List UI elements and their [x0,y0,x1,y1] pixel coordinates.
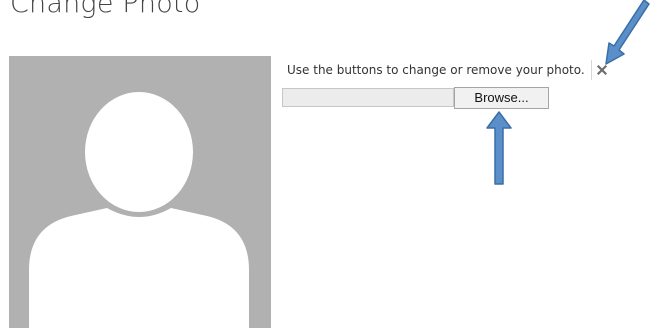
file-path-field[interactable] [282,88,454,107]
browse-button[interactable]: Browse... [454,87,549,109]
instructions-text: Use the buttons to change or remove your… [287,63,585,77]
arrow-icon [605,0,650,65]
page-title: Change Photo [10,0,201,19]
profile-photo-placeholder [9,56,271,328]
close-icon [596,64,608,76]
person-silhouette-icon [29,92,249,328]
remove-photo-button[interactable] [594,62,610,78]
divider [591,60,592,80]
change-photo-dialog: Change Photo Use the buttons to change o… [0,0,650,328]
arrow-icon [486,111,512,185]
